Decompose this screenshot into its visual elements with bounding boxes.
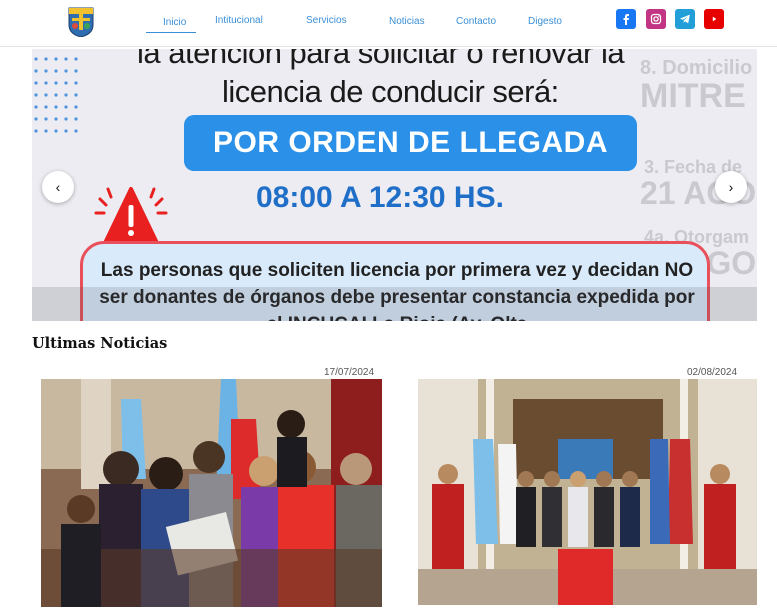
facebook-icon bbox=[623, 14, 629, 25]
youtube-link[interactable] bbox=[704, 9, 724, 29]
nav-noticias[interactable]: Noticias bbox=[389, 16, 425, 27]
banner-line-2: licencia de conducir será: bbox=[222, 74, 559, 109]
news-date: 02/08/2024 bbox=[687, 367, 738, 378]
banner-hours: 08:00 A 12:30 HS. bbox=[256, 181, 504, 214]
telegram-link[interactable] bbox=[675, 9, 695, 29]
site-header: Inicio Intitucional Servicios Noticias C… bbox=[0, 0, 777, 47]
nav-contacto[interactable]: Contacto bbox=[456, 16, 496, 27]
dot-pattern-decoration bbox=[34, 57, 78, 133]
news-date: 17/07/2024 bbox=[324, 367, 375, 378]
nav-inicio[interactable]: Inicio bbox=[163, 17, 186, 28]
chevron-left-icon: ‹ bbox=[55, 179, 61, 195]
news-image[interactable] bbox=[41, 379, 382, 607]
hero-carousel: 8. Domicilio MITRE 3. Fecha de 21 AGO 4a… bbox=[32, 49, 757, 321]
telegram-icon bbox=[680, 14, 690, 24]
active-nav-indicator bbox=[146, 32, 196, 33]
alert-warning-icon bbox=[94, 187, 168, 243]
nav-servicios[interactable]: Servicios bbox=[306, 15, 347, 26]
chevron-right-icon: › bbox=[728, 179, 734, 195]
nav-digesto[interactable]: Digesto bbox=[528, 16, 562, 27]
instagram-icon bbox=[650, 13, 662, 25]
nav-institucional[interactable]: Intitucional bbox=[215, 15, 263, 26]
carousel-prev-button[interactable]: ‹ bbox=[42, 171, 74, 203]
banner-line-1: la atención para solicitar o renovar la bbox=[137, 49, 625, 70]
news-image[interactable] bbox=[418, 379, 757, 605]
banner-highlight-pill: POR ORDEN DE LLEGADA bbox=[184, 115, 637, 171]
municipality-logo[interactable] bbox=[66, 6, 96, 38]
youtube-icon bbox=[712, 16, 717, 22]
carousel-next-button[interactable]: › bbox=[715, 171, 747, 203]
section-title: Ultimas Noticias bbox=[32, 335, 168, 352]
instagram-link[interactable] bbox=[646, 9, 666, 29]
facebook-link[interactable] bbox=[616, 9, 636, 29]
banner-caption-strip bbox=[32, 287, 757, 321]
banner-bg-text: MITRE bbox=[640, 77, 746, 115]
